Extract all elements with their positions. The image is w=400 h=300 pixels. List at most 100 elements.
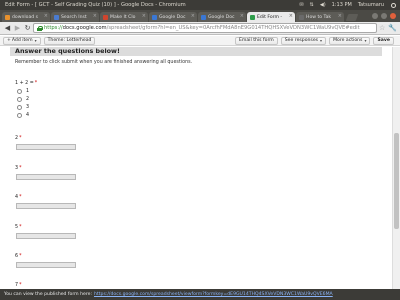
favicon-icon (299, 14, 304, 20)
question-title[interactable]: 6* (15, 254, 21, 259)
reload-button[interactable]: ↻ (23, 24, 32, 33)
close-window-button[interactable] (390, 13, 396, 19)
close-icon[interactable]: × (44, 13, 48, 19)
answer-input[interactable] (16, 144, 76, 150)
radio-button[interactable] (17, 113, 22, 118)
chevron-down-icon: ▾ (364, 38, 367, 43)
close-icon[interactable]: × (289, 13, 293, 19)
required-marker: * (34, 81, 38, 86)
required-marker: * (19, 136, 22, 141)
add-item-button[interactable]: + Add item ▾ (3, 36, 41, 45)
tab[interactable]: download s × (2, 12, 50, 22)
question-title[interactable]: 3* (15, 166, 21, 171)
question-title[interactable]: 1 + 2 =* (15, 81, 37, 86)
url-scheme: https:// (44, 25, 63, 31)
answer-input[interactable] (16, 174, 76, 180)
tab-label: download s (12, 14, 39, 20)
section-header[interactable]: Answer the questions below! (10, 47, 382, 56)
browser-toolbar: ◀ ▶ ↻ https:// docs.google.com /spreadsh… (0, 22, 400, 35)
answer-input[interactable] (16, 203, 76, 209)
tab[interactable]: Make It Clo × (100, 12, 148, 22)
more-actions-button[interactable]: More actions ▾ (329, 36, 371, 45)
maximize-button[interactable] (381, 13, 387, 19)
plus-icon: + (7, 38, 11, 43)
radio-button[interactable] (17, 89, 22, 94)
power-icon[interactable] (391, 2, 396, 8)
favicon-icon (103, 14, 108, 20)
favicon-icon (201, 14, 206, 20)
close-icon[interactable]: × (93, 13, 97, 19)
email-form-button[interactable]: Email this form (234, 36, 278, 45)
tab[interactable]: Google Doc × (149, 12, 197, 22)
radio-option[interactable]: 1 (17, 89, 29, 94)
radio-option[interactable]: 2 (17, 97, 29, 102)
window-title: Edit Form - [ GCT - Self Grading Quiz (1… (5, 2, 186, 8)
tab-strip: download s × Search Inst × Make It Clo ×… (0, 10, 400, 22)
tab[interactable]: How to Tak × (296, 12, 344, 22)
see-responses-label: See responses (284, 38, 319, 43)
more-actions-label: More actions (333, 38, 363, 43)
new-tab-button[interactable] (345, 14, 359, 21)
save-button[interactable]: Save (373, 36, 394, 45)
forward-button[interactable]: ▶ (13, 24, 22, 33)
required-marker: * (19, 283, 22, 288)
question-title[interactable]: 4* (15, 195, 21, 200)
minimize-button[interactable] (372, 13, 378, 19)
tab-label: How to Tak (306, 14, 332, 20)
tab-label: Make It Clo (110, 14, 136, 20)
close-icon[interactable]: × (191, 13, 195, 19)
required-marker: * (19, 225, 22, 230)
question-title[interactable]: 7* (15, 283, 21, 288)
network-icon[interactable]: ⇅ (307, 2, 317, 8)
user-name[interactable]: Tatsumaru (355, 2, 387, 8)
scrollbar-thumb[interactable] (394, 133, 399, 229)
see-responses-button[interactable]: See responses ▾ (280, 36, 327, 45)
answer-input[interactable] (16, 262, 76, 268)
option-label: 3 (26, 105, 30, 110)
clock[interactable]: 1:13 PM (329, 2, 355, 8)
option-label: 1 (26, 89, 30, 94)
back-button[interactable]: ◀ (3, 24, 12, 33)
close-icon[interactable]: × (338, 13, 342, 19)
required-marker: * (19, 166, 22, 171)
tab-label: Search Inst (61, 14, 87, 20)
url-path: /spreadsheet/gform?hl=en_US&key=0ArcfhFM… (106, 25, 360, 31)
bookmark-star-icon[interactable]: ☆ (379, 24, 385, 32)
option-label: 4 (26, 113, 30, 118)
wrench-icon[interactable]: 🔧 (388, 24, 397, 32)
radio-option[interactable]: 3 (17, 105, 29, 110)
address-bar[interactable]: https:// docs.google.com /spreadsheet/gf… (33, 23, 377, 33)
theme-label: Theme: Letterhead (47, 38, 92, 43)
question-text: 4 (15, 195, 19, 200)
question-text: 6 (15, 254, 19, 259)
question-title[interactable]: 2* (15, 136, 21, 141)
chevron-down-icon: ▾ (34, 38, 37, 43)
form-editor-toolbar: + Add item ▾ Theme: Letterhead Email thi… (0, 36, 400, 46)
close-icon[interactable]: × (240, 13, 244, 19)
radio-button[interactable] (17, 105, 22, 110)
option-label: 2 (26, 97, 30, 102)
tab-active[interactable]: Edit Form - × (247, 12, 295, 22)
published-form-link[interactable]: https://docs.google.com/spreadsheet/view… (94, 292, 333, 297)
favicon-icon (152, 14, 157, 20)
save-label: Save (377, 38, 390, 43)
tab-label: Google Doc (208, 14, 235, 20)
close-icon[interactable]: × (142, 13, 146, 19)
window-controls (369, 10, 396, 22)
question-title[interactable]: 5* (15, 225, 21, 230)
question-text: 3 (15, 166, 19, 171)
question-text: 1 + 2 = (15, 81, 34, 86)
section-description: Remember to click submit when you are fi… (15, 60, 193, 65)
tab[interactable]: Google Doc × (198, 12, 246, 22)
answer-input[interactable] (16, 233, 76, 239)
radio-option[interactable]: 4 (17, 113, 29, 118)
tab-label: Edit Form - (257, 14, 283, 20)
tab[interactable]: Search Inst × (51, 12, 99, 22)
radio-button[interactable] (17, 97, 22, 102)
theme-button[interactable]: Theme: Letterhead (43, 36, 96, 45)
mail-icon[interactable]: ✉ (296, 2, 306, 8)
required-marker: * (19, 195, 22, 200)
page-scrollbar[interactable] (392, 47, 400, 289)
editor-right-actions: Email this form See responses ▾ More act… (234, 36, 397, 45)
volume-icon[interactable]: ◀) (317, 2, 329, 8)
